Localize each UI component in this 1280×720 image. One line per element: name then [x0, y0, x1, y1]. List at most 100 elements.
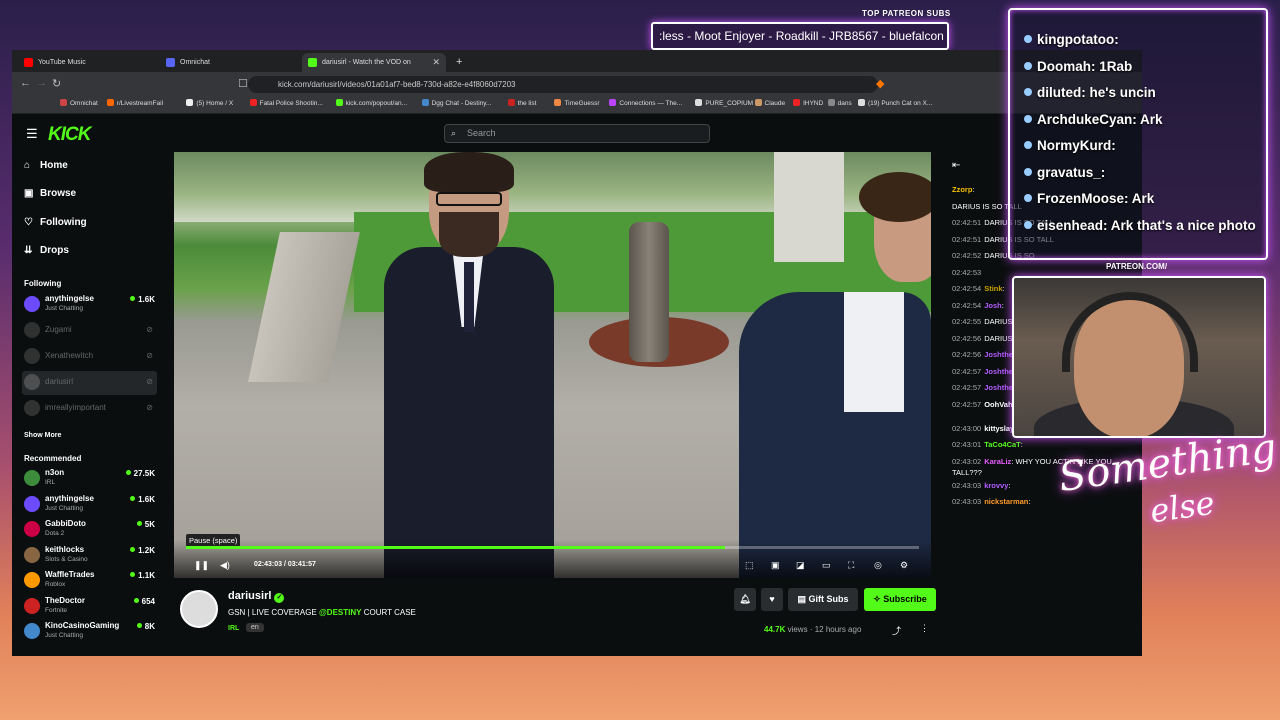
sidebar-channel[interactable]: keithlocks Slots & Casino 1.2K	[22, 544, 157, 568]
channel-name: GabbiDoto	[45, 519, 86, 528]
bookmark-item[interactable]: PURE_COPIUM	[695, 99, 753, 107]
sidebar-channel[interactable]: GabbiDoto Dota 2 5K	[22, 518, 157, 542]
subscribe-button[interactable]: ✧ Subscribe	[864, 588, 936, 611]
notification-bell-icon[interactable]: 🔔︎	[734, 588, 756, 611]
chat-username[interactable]: nickstarman	[984, 497, 1028, 506]
sidebar-channel[interactable]: imreallyimportant ⊘	[22, 397, 157, 421]
new-tab-button[interactable]: +	[452, 53, 468, 72]
channel-name[interactable]: dariusirl ✓	[228, 590, 285, 603]
bookmark-item[interactable]: (5) Home / X	[186, 99, 233, 107]
sidebar-channel[interactable]: WaffleTrades Roblox 1.1K	[22, 569, 157, 593]
bookmark-item[interactable]: Claude	[754, 99, 785, 107]
chat-username[interactable]: Zzorp	[952, 185, 972, 194]
show-more-link[interactable]: Show More	[24, 432, 61, 439]
nav-home[interactable]: ⌂ Home	[24, 160, 68, 171]
volume-icon[interactable]: ◀)	[220, 560, 230, 571]
tab-youtube-music[interactable]: YouTube Music	[18, 53, 146, 72]
avatar	[24, 521, 40, 537]
search-input[interactable]: ⌕ Search	[444, 124, 710, 143]
url-field[interactable]: kick.com/dariusirl/videos/01a01af7-bed8-…	[248, 76, 878, 93]
sidebar-channel[interactable]: Zugami ⊘	[22, 319, 157, 343]
pause-icon[interactable]: ❚❚	[194, 560, 209, 571]
nav-drops[interactable]: ⇊ Drops	[24, 245, 69, 256]
forward-icon[interactable]: →	[36, 77, 47, 89]
chat-timestamp: 02:42:55	[952, 317, 982, 326]
video-player[interactable]: Pause (space) ❚❚ ◀) 02:43:03 / 03:41:57 …	[174, 152, 931, 578]
address-bar: ← → ↻ ☐ kick.com/dariusirl/videos/01a01a…	[12, 72, 1142, 96]
bookmark-item[interactable]: kick.com/popout/an...	[335, 99, 407, 107]
kick-logo[interactable]: KICK	[48, 124, 91, 146]
home-icon: ⌂	[24, 160, 31, 171]
nav-following[interactable]: ♡ Following	[24, 217, 87, 228]
bookmark-item[interactable]: Omnichat	[60, 99, 98, 107]
chat-username[interactable]: Stink	[984, 284, 1002, 293]
avatar	[24, 296, 40, 312]
more-options-icon[interactable]: ⋮	[920, 623, 929, 634]
progress-bar[interactable]	[186, 546, 919, 549]
channel-name: dariusirl	[45, 377, 74, 386]
sidebar-channel[interactable]: Xenathewitch ⊘	[22, 345, 157, 369]
follow-heart-icon[interactable]: ♥	[761, 588, 783, 611]
captions-icon[interactable]: ◪	[796, 560, 805, 571]
chat-username[interactable]: kittyslay	[984, 424, 1014, 433]
miniplayer-icon[interactable]: ▭	[822, 560, 831, 571]
tab-kick-vod[interactable]: dariusirl - Watch the VOD on ✕	[302, 53, 446, 72]
avatar	[24, 470, 40, 486]
channel-name: WaffleTrades	[45, 570, 95, 579]
clip-icon[interactable]: ▣	[771, 560, 780, 571]
nav-browse[interactable]: ▣ Browse	[24, 188, 76, 199]
bookmark-item[interactable]: dans	[827, 99, 852, 107]
reload-icon[interactable]: ↻	[52, 77, 61, 90]
person-left	[384, 152, 554, 578]
bookmark-favicon	[609, 99, 617, 106]
fullscreen-icon[interactable]: ⛶	[848, 560, 854, 571]
time-display: 02:43:03 / 03:41:57	[254, 561, 316, 568]
bookmark-item[interactable]: (19) Punch Cat on X...	[858, 99, 932, 107]
avatar	[24, 572, 40, 588]
tab-omnichat[interactable]: Omnichat	[160, 53, 288, 72]
collapse-chat-icon[interactable]: ⇤	[952, 160, 960, 171]
brave-icon[interactable]: ◆	[876, 77, 884, 90]
menu-icon[interactable]: ☰	[26, 126, 38, 142]
bookmark-item[interactable]: IHYND	[793, 99, 823, 107]
category-link[interactable]: IRL	[228, 625, 239, 632]
chat-username[interactable]: TaCo4CaT	[984, 440, 1021, 449]
bookmark-favicon	[695, 99, 703, 106]
chat-username[interactable]: Josh	[984, 301, 1002, 310]
chat-timestamp: 02:43:03	[952, 497, 982, 506]
channel-name: TheDoctor	[45, 595, 85, 605]
sidebar-channel[interactable]: n3on IRL 27.5K	[22, 467, 157, 491]
back-icon[interactable]: ←	[20, 77, 31, 89]
webcam	[1012, 276, 1266, 438]
bookmark-star-icon[interactable]: ☐	[238, 77, 248, 90]
bookmark-item[interactable]: Dgg Chat - Destiny...	[421, 99, 491, 107]
sidebar-channel[interactable]: anythingelse Just Chatting 1.6K	[22, 493, 157, 517]
gift-subs-button[interactable]: ▤ Gift Subs	[788, 588, 858, 611]
channel-name: anythingelse	[45, 493, 94, 503]
bookmark-item[interactable]: TimeGuessr	[554, 99, 600, 107]
bookmark-item[interactable]: Fatal Police Shootin...	[249, 99, 323, 107]
bookmark-item[interactable]: r/LivestreamFail	[106, 99, 163, 107]
bookmark-item[interactable]: Connections — The...	[609, 99, 682, 107]
sidebar-channel[interactable]: anythingelse Just Chatting 1.6K	[22, 293, 157, 317]
bookmark-favicon	[249, 99, 257, 106]
theater-icon[interactable]: ⬚	[745, 560, 754, 571]
chat-timestamp: 02:42:56	[952, 350, 982, 359]
omnichat-icon	[166, 58, 175, 67]
chat-timestamp: 02:42:53	[952, 267, 982, 277]
heart-icon: ♡	[24, 217, 33, 228]
settings-icon[interactable]: ⚙	[900, 560, 908, 571]
share-icon[interactable]: ⤴	[892, 624, 901, 637]
avatar	[24, 322, 40, 338]
channel-avatar[interactable]	[180, 590, 218, 628]
bookmark-item[interactable]: the list	[507, 99, 536, 107]
chat-username[interactable]: krovvy	[984, 481, 1008, 490]
speed-icon[interactable]: ◎	[874, 560, 882, 571]
sidebar-channel[interactable]: TheDoctor Fortnite 654	[22, 595, 157, 619]
chat-username[interactable]: KaraLiz	[984, 457, 1011, 466]
close-tab-icon[interactable]: ✕	[432, 53, 440, 72]
channel-category: Slots & Casino	[45, 555, 88, 563]
language-tag[interactable]: en	[246, 623, 264, 632]
sidebar-channel[interactable]: dariusirl ⊘	[22, 371, 157, 395]
sidebar-channel[interactable]: KinoCasinoGaming Just Chatting 8K	[22, 620, 157, 644]
